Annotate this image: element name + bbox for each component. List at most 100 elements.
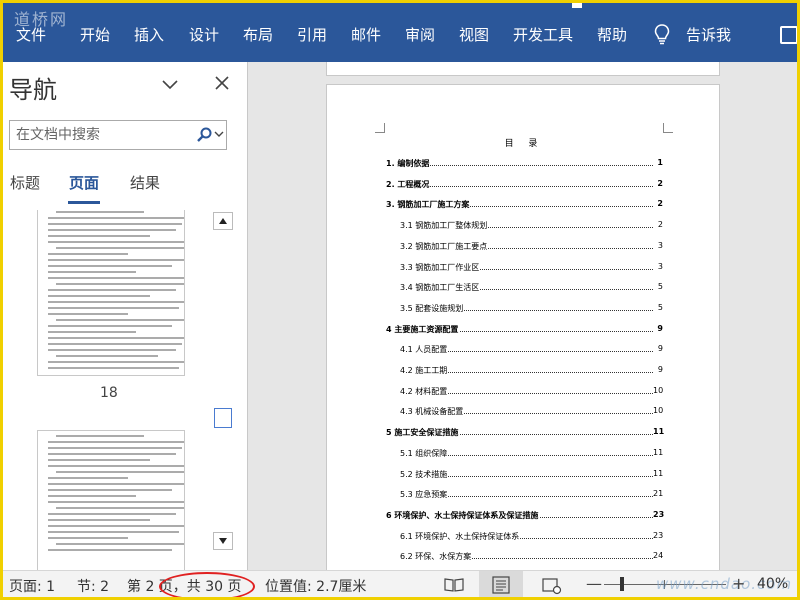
nav-tab-results[interactable]: 结果 (130, 172, 160, 193)
thumbnail-text-line (56, 247, 184, 249)
active-tab-indicator (68, 201, 100, 204)
toc-entry[interactable]: 4.2 施工工期 9 (327, 365, 721, 377)
tab-file[interactable]: 文件 (16, 24, 46, 45)
status-section[interactable]: 节: 2 (77, 576, 109, 596)
nav-tab-pages[interactable]: 页面 (69, 172, 99, 193)
thumbnail-text-line (56, 543, 184, 545)
toc-entry-page: 3 (653, 261, 663, 271)
thumbnail-text-line (48, 295, 151, 297)
toc-entry-page: 1 (653, 158, 663, 167)
scroll-up-button[interactable] (213, 212, 233, 230)
status-position[interactable]: 位置值: 2.7厘米 (265, 576, 366, 596)
thumbnail-text-line (48, 241, 184, 243)
tab-review[interactable]: 审阅 (405, 24, 435, 45)
thumbnail-text-line (56, 283, 184, 285)
toc-entry-label: 4.2 施工工期 (400, 365, 449, 376)
thumbnail-text-line (48, 525, 184, 527)
print-layout-button[interactable] (479, 571, 523, 600)
toc-entry[interactable]: 3.1 钢筋加工厂整体规划 2 (327, 220, 721, 232)
search-icon[interactable] (196, 127, 212, 143)
document-area[interactable]: 目 录 1. 编制依据 1 2. 工程概况 2 3. 钢筋加工厂施工方案 2 3.1 钢筋加… (249, 62, 800, 570)
thumbnail-text-line (48, 367, 180, 369)
tab-mailings[interactable]: 邮件 (351, 24, 381, 45)
toc-title: 目 录 (504, 139, 544, 149)
read-mode-icon[interactable] (440, 574, 468, 596)
toc-entry[interactable]: 5.2 技术措施 11 (327, 468, 721, 481)
triangle-down-icon (219, 538, 227, 544)
toc-entry-label: 3.3 钢筋加工厂作业区 (400, 261, 481, 273)
tell-me-search[interactable]: 告诉我 (686, 24, 731, 45)
thumbnail-text-line (48, 289, 177, 291)
thumbnail-text-line (48, 465, 184, 467)
toc-entry[interactable]: 6.1 环境保护、水土保持保证体系 23 (327, 530, 721, 543)
page-thumbnail-18[interactable] (37, 210, 185, 376)
web-layout-icon[interactable] (537, 574, 565, 596)
toc-entry[interactable]: 2. 工程概况 2 (327, 178, 721, 191)
ribbon-tabs: 道桥网 文件 开始 插入 设计 布局 引用 邮件 审阅 视图 开发工具 帮助 告… (0, 0, 800, 62)
lightbulb-icon[interactable] (654, 24, 670, 46)
scroll-down-button[interactable] (213, 532, 233, 550)
comment-icon[interactable] (780, 26, 798, 44)
toc-entry[interactable]: 6 环境保护、水土保持保证体系及保证措施 23 (327, 509, 721, 522)
status-page[interactable]: 页面: 1 (9, 576, 55, 596)
toc-entry-page: 23 (653, 509, 665, 519)
tab-help[interactable]: 帮助 (597, 24, 627, 45)
thumbnail-text-line (56, 355, 159, 357)
tab-layout[interactable]: 布局 (243, 24, 273, 45)
toc-entry[interactable]: 3. 钢筋加工厂施工方案 2 (327, 199, 721, 211)
toc-entry[interactable]: 4.2 材料配置 10 (327, 385, 721, 398)
zoom-level[interactable]: 40% (757, 576, 788, 592)
nav-tab-headings[interactable]: 标题 (10, 172, 40, 193)
toc-entry[interactable]: 5.1 组织保障 11 (327, 447, 721, 460)
toc-entry-page: 9 (653, 344, 663, 354)
toc-entry[interactable]: 5 施工安全保证措施 11 (327, 427, 721, 439)
close-icon[interactable] (213, 74, 231, 92)
thumbnail-text-line (48, 537, 129, 539)
document-page[interactable]: 目 录 1. 编制依据 1 2. 工程概况 2 3. 钢筋加工厂施工方案 2 3.1 钢筋加… (326, 84, 720, 570)
toc-entry[interactable]: 3.3 钢筋加工厂作业区 3 (327, 261, 721, 274)
chevron-down-icon[interactable] (160, 74, 180, 94)
toc-entry[interactable]: 4.3 机械设备配置 10 (327, 406, 721, 418)
toc-entry[interactable]: 1. 编制依据 1 (327, 158, 721, 170)
toc-entry[interactable]: 4.1 人员配置 9 (327, 344, 721, 356)
toc-entry-page: 9 (653, 323, 663, 333)
thumbnail-text-line (48, 441, 184, 443)
toc-entry-label: 6 环境保护、水土保持保证体系及保证措施 (386, 509, 540, 521)
triangle-up-icon (219, 218, 227, 224)
toc-entry[interactable]: 6.2 环保、水保方案 24 (327, 551, 721, 563)
tab-references[interactable]: 引用 (297, 24, 327, 45)
toc-entry-label: 3. 钢筋加工厂施工方案 (386, 199, 471, 211)
scrollbar-thumb[interactable] (214, 408, 232, 428)
search-input[interactable] (16, 125, 186, 145)
toc-entry-page: 21 (653, 489, 664, 499)
tab-design[interactable]: 设计 (189, 24, 219, 45)
highlight-annotation (159, 572, 255, 600)
tab-view[interactable]: 视图 (459, 24, 489, 45)
thumbnail-text-line (48, 307, 180, 309)
toc-entry-page: 5 (653, 302, 663, 312)
toc-entry-page: 3 (653, 240, 663, 250)
zoom-in-button[interactable]: + (732, 574, 745, 593)
previous-page-bottom (326, 62, 720, 76)
thumbnail-text-line (48, 253, 129, 255)
zoom-out-button[interactable]: — (586, 574, 602, 593)
tab-insert[interactable]: 插入 (134, 24, 164, 45)
tab-home[interactable]: 开始 (80, 24, 110, 45)
zoom-slider-knob[interactable] (620, 577, 624, 591)
toc-entry[interactable]: 3.5 配套设施规划 5 (327, 302, 721, 315)
tab-developer[interactable]: 开发工具 (513, 24, 573, 45)
toc-entry[interactable]: 3.2 钢筋加工厂施工要点 3 (327, 240, 721, 253)
thumbnail-text-line (48, 331, 136, 333)
chevron-down-icon[interactable] (214, 129, 224, 139)
page-thumbnail-19[interactable] (37, 430, 185, 570)
toc-entry[interactable]: 4 主要施工资源配置 9 (327, 323, 721, 336)
thumbnail-text-line (48, 501, 184, 503)
toc-entry[interactable]: 5.3 应急预案 21 (327, 489, 721, 501)
search-box[interactable] (9, 120, 227, 150)
thumbnail-text-line (48, 531, 180, 533)
toc-entry[interactable]: 3.4 钢筋加工厂生活区 5 (327, 282, 721, 294)
toc-entry-label: 3.5 配套设施规划 (400, 302, 465, 314)
thumbnail-text-line (48, 265, 173, 267)
thumbnail-scrollbar[interactable] (213, 210, 233, 570)
toc-entry-label: 6.1 环境保护、水土保持保证体系 (400, 530, 521, 542)
